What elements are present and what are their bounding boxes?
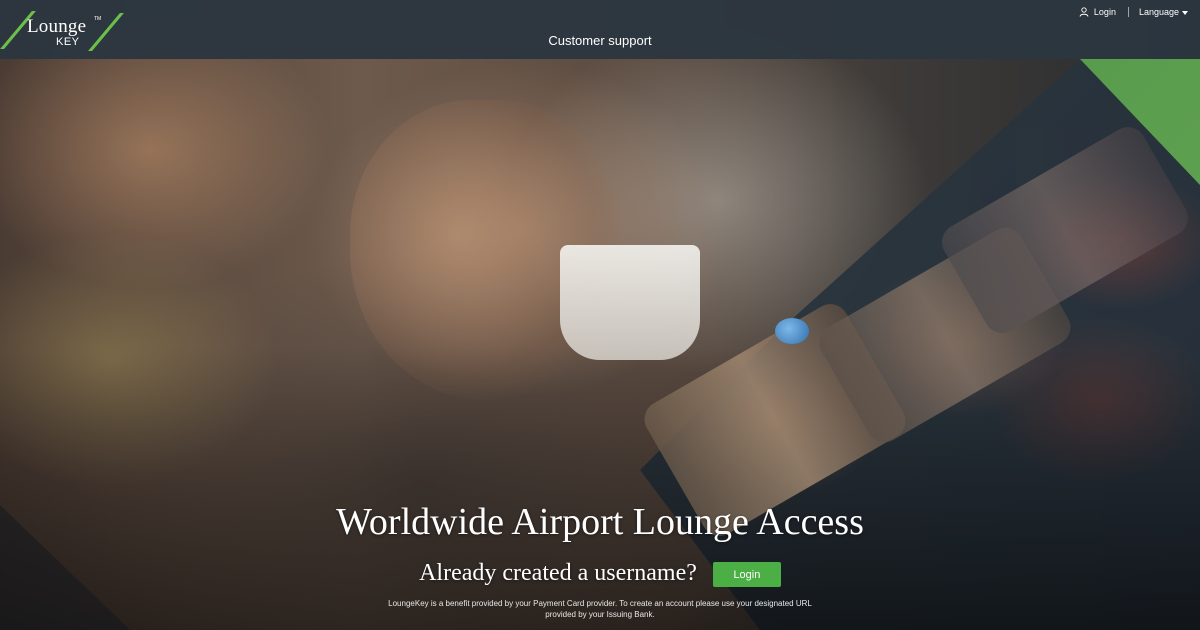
language-dropdown[interactable]: Language <box>1129 7 1188 17</box>
top-header-bar: Lounge TM KEY Customer support Login Lan… <box>0 0 1200 59</box>
customer-support-link[interactable]: Customer support <box>548 33 651 48</box>
hero-headline: Worldwide Airport Lounge Access <box>336 501 864 543</box>
header-login-link[interactable]: Login <box>1079 7 1129 17</box>
header-login-label: Login <box>1093 7 1116 17</box>
chevron-down-icon <box>1182 10 1188 15</box>
login-cta-row: Already created a username? Login <box>0 560 1200 587</box>
hero-photo-cup <box>560 245 700 360</box>
language-label: Language <box>1138 7 1179 17</box>
nav-center: Customer support <box>0 33 1200 48</box>
login-button[interactable]: Login <box>712 562 781 587</box>
header-account-menu: Login Language <box>1079 6 1188 18</box>
login-cta-text: Already created a username? <box>419 560 697 586</box>
page: Lounge TM KEY Customer support Login Lan… <box>0 0 1200 630</box>
user-icon <box>1079 7 1089 17</box>
disclaimer-text: LoungeKey is a benefit provided by your … <box>388 599 812 619</box>
logo-trademark: TM <box>94 16 102 22</box>
turquoise-stone-image <box>775 318 809 344</box>
